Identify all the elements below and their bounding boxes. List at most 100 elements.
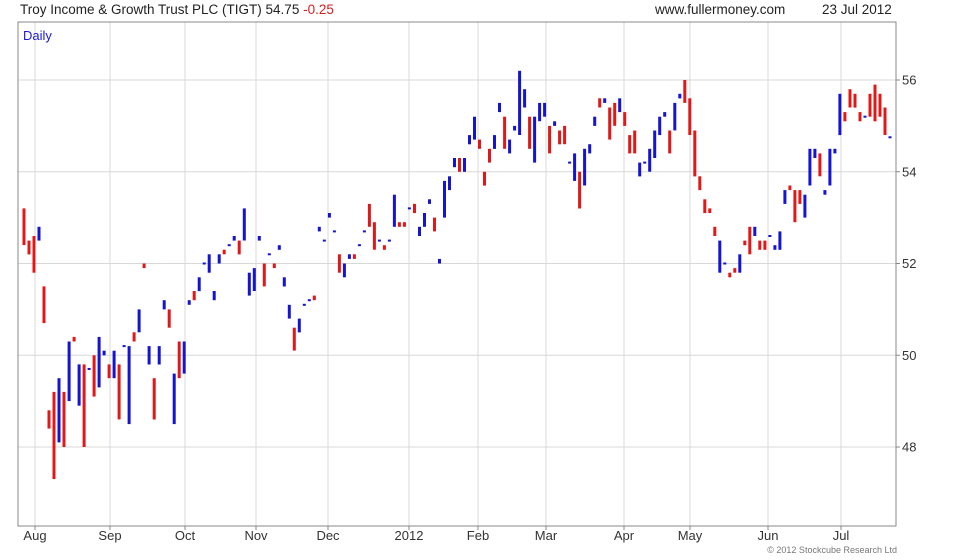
- price-chart: 48 50 52 54 56 Aug Sep Oct Nov Dec 2012 Feb Mar Apr M…: [17, 21, 916, 543]
- price-bar: [503, 116, 507, 149]
- price-bar: [863, 115, 867, 118]
- price-bar: [723, 262, 727, 265]
- x-axis-ticks: Aug Sep Oct Nov Dec 2012 Feb Mar Apr May Jun Jul: [23, 526, 849, 543]
- price-bar: [558, 130, 562, 145]
- price-bar: [598, 98, 602, 108]
- price-bar: [563, 125, 567, 145]
- price-bar: [483, 171, 486, 186]
- price-bar: [608, 107, 612, 140]
- price-bar: [117, 364, 121, 420]
- x-tick-label: Sep: [98, 528, 121, 543]
- price-bar: [693, 130, 697, 177]
- price-bar: [107, 364, 111, 379]
- price-bar: [733, 268, 737, 273]
- price-bar: [227, 244, 231, 247]
- price-bar: [377, 239, 381, 242]
- price-bar: [508, 139, 512, 154]
- price-bar: [488, 148, 491, 163]
- price-bar: [397, 222, 401, 227]
- price-bar: [603, 98, 607, 103]
- price-bar: [613, 102, 617, 126]
- price-bar: [738, 254, 742, 273]
- price-bar: [758, 240, 762, 250]
- period-label: Daily: [23, 28, 52, 43]
- x-tick-label: Apr: [614, 528, 635, 543]
- price-bar: [142, 263, 146, 269]
- price-bar: [132, 332, 136, 342]
- price-bar: [673, 102, 677, 131]
- price-bar: [332, 230, 336, 233]
- price-bar: [357, 244, 361, 247]
- price-bar: [888, 136, 892, 139]
- price-bar: [197, 277, 201, 292]
- price-bar: [202, 262, 206, 265]
- price-bar: [337, 254, 341, 273]
- price-bar: [52, 391, 56, 480]
- price-bar: [658, 116, 662, 136]
- price-bar: [703, 199, 707, 214]
- grid-lines: [18, 22, 896, 526]
- price-bar: [873, 84, 877, 122]
- price-bar: [543, 102, 547, 117]
- price-bar: [813, 148, 817, 158]
- price-bar: [407, 207, 411, 210]
- price-bar: [82, 364, 86, 447]
- price-bar: [177, 341, 181, 379]
- x-tick-label: Nov: [244, 528, 268, 543]
- price-bar: [67, 341, 71, 402]
- price-bar: [728, 272, 732, 278]
- price-bar: [237, 240, 241, 255]
- price-bar: [648, 148, 652, 172]
- price-bar: [843, 112, 847, 122]
- price-bar: [292, 327, 296, 351]
- price-bar: [122, 345, 126, 348]
- price-bars: [22, 70, 892, 480]
- price-bar: [342, 263, 346, 278]
- price-bar: [808, 148, 812, 186]
- price-bar: [57, 378, 61, 443]
- y-tick-label: 50: [902, 348, 916, 363]
- price-bar: [523, 89, 527, 108]
- price-bar: [638, 162, 642, 177]
- price-bar: [833, 148, 837, 154]
- x-tick-label: 2012: [395, 528, 424, 543]
- price-bar: [157, 346, 161, 365]
- price-bar: [513, 125, 517, 131]
- price-bar: [868, 93, 872, 117]
- price-bar: [267, 253, 271, 256]
- price-bar: [62, 391, 66, 447]
- price-bar: [518, 70, 522, 135]
- price-bar: [307, 299, 311, 302]
- price-bar: [102, 350, 106, 356]
- price-bar: [27, 240, 31, 255]
- price-bar: [633, 130, 637, 154]
- price-bar: [448, 176, 451, 191]
- price-bar: [257, 236, 261, 241]
- price-bar: [708, 208, 712, 213]
- price-bar: [478, 139, 481, 149]
- x-tick-label: Aug: [23, 528, 46, 543]
- price-bar: [593, 116, 597, 126]
- price-bar: [618, 98, 622, 113]
- price-bar: [327, 213, 331, 218]
- price-bar: [187, 300, 191, 305]
- copyright-text: © 2012 Stockcube Research Ltd: [767, 545, 897, 555]
- price-bar: [77, 364, 81, 406]
- price-bar: [172, 373, 176, 425]
- price-bar: [628, 135, 632, 154]
- price-bar: [748, 226, 752, 255]
- x-tick-label: May: [678, 528, 703, 543]
- price-bar: [192, 291, 196, 301]
- price-bar: [573, 153, 577, 181]
- price-bar: [688, 98, 692, 135]
- price-bar: [392, 194, 396, 227]
- price-bar: [653, 130, 657, 158]
- price-bar: [473, 116, 476, 140]
- price-bar: [322, 239, 326, 242]
- price-bar: [533, 116, 537, 163]
- price-bar: [553, 121, 557, 126]
- price-bar: [147, 346, 151, 365]
- price-bar: [493, 135, 496, 149]
- price-bar: [838, 93, 842, 136]
- price-bar: [428, 199, 431, 204]
